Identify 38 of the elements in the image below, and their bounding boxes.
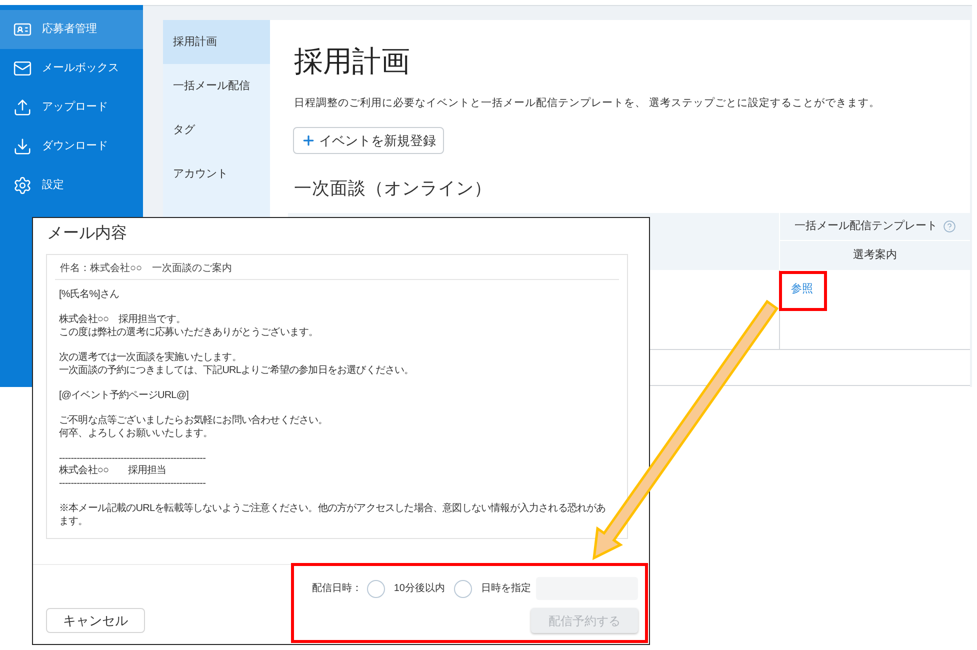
mail-paragraph: 次の選考では一次面談を実施いたします。 一次面談の予約につきましては、下記URLよりご希望の参加日をお選びください。: [59, 352, 414, 378]
dialog-title: メール内容: [47, 224, 127, 244]
settings-icon: [13, 176, 32, 195]
sidebar-item[interactable]: ダウンロード: [0, 127, 143, 166]
mail-paragraph: [@イベント予約ページURL@]: [59, 390, 188, 402]
radio-button[interactable]: [454, 580, 472, 598]
sub-navigation-item[interactable]: 一括メール配信: [163, 64, 270, 108]
sub-navigation-item[interactable]: タグ: [163, 108, 270, 152]
plus-icon: [301, 133, 316, 148]
sidebar-item[interactable]: アップロード: [0, 88, 143, 127]
mail-icon: [13, 59, 32, 78]
radio-button[interactable]: [366, 580, 385, 598]
column-header: 選考案内: [853, 248, 897, 264]
sub-navigation-item[interactable]: アカウント: [163, 152, 270, 196]
radio-label: 日時を指定: [481, 582, 531, 596]
mail-paragraph: -------------------------------------------------- 株式会社○○ 採用担当 --------------------------------------------------: [59, 452, 206, 490]
cancel-button[interactable]: キャンセル: [46, 608, 145, 633]
mail-paragraph: ご不明な点等ございましたらお気軽にお問い合わせください。 何卒、よろしくお願いいたします。: [59, 414, 328, 440]
upload-icon: [13, 98, 32, 117]
mail-subject: 件名：株式会社○○ 一次面談のご案内: [60, 262, 232, 276]
help-icon[interactable]: [942, 220, 956, 233]
sidebar-item[interactable]: 設定: [0, 166, 143, 205]
radio-label: 10分後以内: [394, 582, 445, 596]
sidebar-item[interactable]: メールボックス: [0, 49, 143, 88]
sub-navigation-item[interactable]: 採用計画: [163, 20, 270, 64]
new-event-button[interactable]: イベントを新規登録: [293, 127, 444, 154]
sidebar-item[interactable]: 応募者管理: [0, 10, 143, 49]
page-title: 採用計画: [294, 45, 410, 80]
schedule-label: 配信日時：: [312, 582, 362, 596]
section-title: 一次面談（オンライン）: [294, 177, 492, 200]
highlight-frame: [779, 271, 827, 311]
template-link[interactable]: 参照: [791, 282, 813, 296]
mail-paragraph: [%氏名%]さん: [59, 289, 120, 302]
download-icon: [13, 137, 32, 156]
mail-paragraph: ※本メール記載のURLを転載等しないようご注意ください。他の方がアクセスした場合、意図しない情報が入力される恐れがあ ます。: [59, 503, 606, 528]
page-description: 日程調整のご利用に必要なイベントと一括メール配信テンプレートを、 選考ステップごとに設定することができます。: [294, 96, 880, 111]
column-group-header: 一括メール配信テンプレート: [794, 218, 938, 234]
mail-paragraph: 株式会社○○ 採用担当です。 この度は弊社の選考に応募いただきありがとうございます。: [59, 314, 318, 340]
